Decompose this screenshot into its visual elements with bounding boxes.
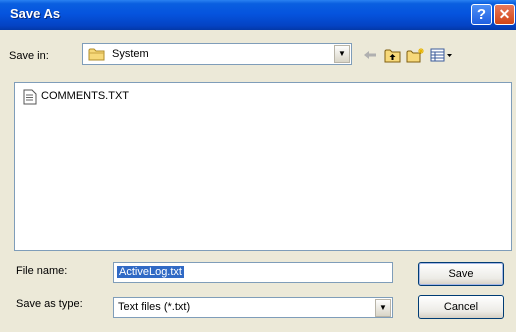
file-name-label: File name: [16,265,68,277]
chevron-down-icon[interactable]: ▼ [375,299,391,317]
text-file-icon [23,89,37,108]
new-folder-icon[interactable] [406,47,426,63]
save-as-type-label: Save as type: [16,298,83,310]
save-in-value: System [112,48,149,60]
window-title: Save As [10,6,61,21]
close-button[interactable]: ✕ [494,4,515,25]
file-list[interactable]: COMMENTS.TXT [14,82,512,251]
help-button[interactable]: ? [471,4,492,25]
chevron-down-icon[interactable]: ▼ [334,45,350,63]
save-as-type-dropdown[interactable]: Text files (*.txt) ▼ [113,297,393,318]
up-folder-icon[interactable] [384,47,402,63]
save-as-type-value: Text files (*.txt) [118,301,191,313]
back-arrow-icon[interactable] [362,47,378,63]
save-in-dropdown[interactable]: System ▼ [82,43,352,65]
file-name-input[interactable]: ActiveLog.txt [113,262,393,283]
save-in-label: Save in: [9,50,49,62]
save-button[interactable]: Save [418,262,504,286]
title-bar: Save As ? ✕ [0,0,516,30]
cancel-button[interactable]: Cancel [418,295,504,319]
view-menu-icon[interactable] [430,47,454,63]
file-name-value: ActiveLog.txt [117,266,184,278]
folder-icon [88,47,106,64]
file-name: COMMENTS.TXT [41,90,129,102]
